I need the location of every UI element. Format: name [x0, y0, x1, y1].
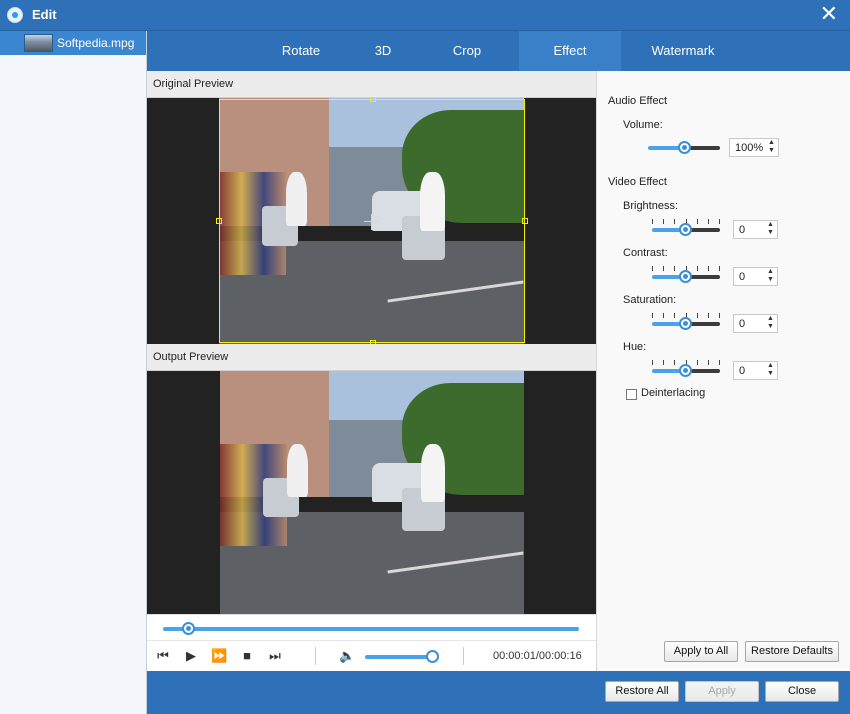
- brightness-handle[interactable]: [679, 223, 692, 236]
- playback-controls: ⏮ ▶ ⏩ ■ ⏭ 🔈 00:00:01/00:00:16: [147, 640, 596, 671]
- contrast-value: 0: [739, 271, 746, 283]
- file-thumbnail: [24, 34, 53, 52]
- saturation-value: 0: [739, 318, 746, 330]
- apply-button[interactable]: Apply: [685, 681, 759, 702]
- spin-arrows-icon[interactable]: ▲ ▼: [766, 362, 775, 379]
- audio-effect-heading: Audio Effect: [608, 95, 668, 107]
- saturation-slider[interactable]: [652, 313, 720, 332]
- audio-volume-slider[interactable]: [648, 140, 720, 156]
- crop-frame[interactable]: [216, 98, 528, 344]
- stop-icon[interactable]: ■: [239, 648, 255, 664]
- spin-arrows-icon[interactable]: ▲ ▼: [766, 221, 775, 238]
- preview-area: Original Preview Output Preview: [147, 71, 596, 642]
- volume-handle[interactable]: [426, 650, 439, 663]
- title-bar: Edit ✕: [0, 0, 850, 31]
- file-list-item[interactable]: Softpedia.mpg: [0, 31, 146, 55]
- audio-volume-handle[interactable]: [678, 141, 691, 154]
- time-display: 00:00:01/00:00:16: [493, 650, 582, 662]
- contrast-stepper[interactable]: 0 ▲ ▼: [733, 267, 778, 286]
- hue-slider[interactable]: [652, 360, 720, 379]
- contrast-handle[interactable]: [679, 270, 692, 283]
- hue-value: 0: [739, 365, 746, 377]
- close-window-icon[interactable]: ✕: [820, 3, 838, 25]
- hue-handle[interactable]: [679, 364, 692, 377]
- contrast-slider[interactable]: [652, 266, 720, 285]
- saturation-handle[interactable]: [679, 317, 692, 330]
- saturation-label: Saturation:: [623, 294, 677, 306]
- contrast-label: Contrast:: [623, 247, 668, 259]
- output-preview-video: [147, 371, 596, 614]
- volume-label: Volume:: [623, 119, 663, 131]
- deinterlacing-label[interactable]: Deinterlacing: [641, 387, 705, 399]
- play-icon[interactable]: ▶: [183, 648, 199, 664]
- crop-handle-right[interactable]: [522, 218, 528, 224]
- effect-panel: Audio Effect Volume: 100% ▲ ▼ Video Effec…: [596, 71, 850, 671]
- window-title: Edit: [32, 7, 57, 22]
- restore-all-button[interactable]: Restore All: [605, 681, 679, 702]
- volume-value: 100%: [735, 142, 764, 154]
- volume-track[interactable]: [365, 655, 435, 659]
- hue-label: Hue:: [623, 341, 647, 353]
- app-icon: [7, 7, 23, 23]
- apply-to-all-button[interactable]: Apply to All: [664, 641, 738, 662]
- crosshair-icon: [364, 221, 380, 222]
- seek-handle[interactable]: [182, 622, 195, 635]
- output-preview-label: Output Preview: [147, 344, 596, 371]
- hue-stepper[interactable]: 0 ▲ ▼: [733, 361, 778, 380]
- volume-stepper[interactable]: 100% ▲ ▼: [729, 138, 779, 157]
- file-list: Softpedia.mpg: [0, 31, 147, 714]
- crop-handle-left[interactable]: [216, 218, 222, 224]
- spin-arrows-icon[interactable]: ▲ ▼: [766, 315, 775, 332]
- brightness-label: Brightness:: [623, 200, 679, 212]
- tab-crop[interactable]: Crop: [427, 31, 507, 71]
- spin-arrows-icon[interactable]: ▲ ▼: [766, 268, 775, 285]
- restore-defaults-button[interactable]: Restore Defaults: [745, 641, 839, 662]
- crop-handle-top[interactable]: [370, 98, 376, 102]
- footer-bar: Restore All Apply Close: [147, 671, 850, 714]
- brightness-stepper[interactable]: 0 ▲ ▼: [733, 220, 778, 239]
- spin-arrows-icon[interactable]: ▲ ▼: [767, 139, 776, 156]
- tab-bar: Rotate 3D Crop Effect Watermark: [147, 31, 850, 71]
- tab-rotate[interactable]: Rotate: [265, 31, 337, 71]
- skip-back-icon[interactable]: ⏮: [155, 648, 171, 664]
- file-name: Softpedia.mpg: [57, 36, 135, 50]
- tab-watermark[interactable]: Watermark: [637, 31, 729, 71]
- video-effect-heading: Video Effect: [608, 176, 667, 188]
- brightness-slider[interactable]: [652, 219, 720, 238]
- saturation-stepper[interactable]: 0 ▲ ▼: [733, 314, 778, 333]
- seek-track[interactable]: [163, 627, 579, 631]
- deinterlacing-checkbox[interactable]: [626, 389, 637, 400]
- tab-3d[interactable]: 3D: [355, 31, 411, 71]
- original-preview-video: [147, 98, 596, 344]
- volume-icon[interactable]: 🔈: [339, 648, 355, 664]
- skip-forward-icon[interactable]: ⏭: [267, 648, 283, 664]
- seek-bar[interactable]: [147, 614, 596, 640]
- close-button[interactable]: Close: [765, 681, 839, 702]
- output-video-frame: [220, 371, 524, 614]
- tab-effect[interactable]: Effect: [519, 31, 621, 71]
- fast-forward-icon[interactable]: ⏩: [211, 648, 227, 664]
- original-preview-label: Original Preview: [147, 71, 596, 98]
- brightness-value: 0: [739, 224, 746, 236]
